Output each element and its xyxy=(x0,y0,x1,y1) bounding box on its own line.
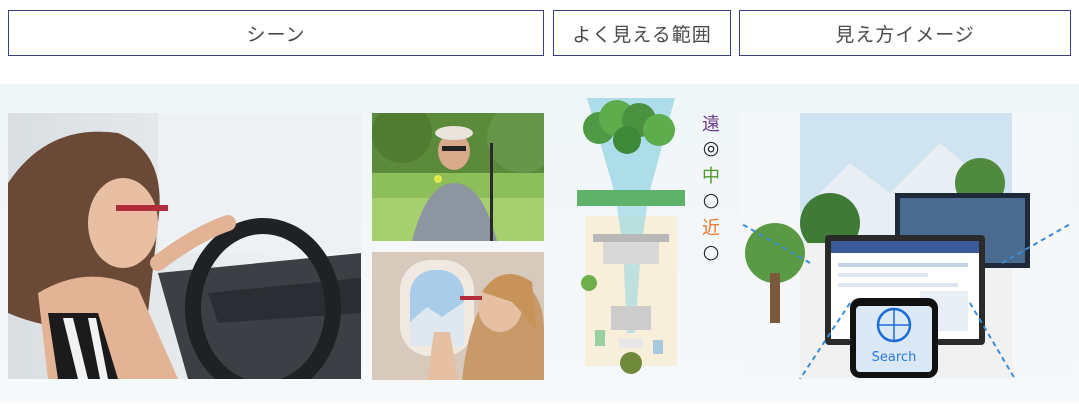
header-scene-label: シーン xyxy=(246,23,306,46)
header-view-image-label: 見え方イメージ xyxy=(835,23,975,46)
mid-rating-circle: ○ xyxy=(702,189,720,211)
driving-scene-photo xyxy=(8,113,361,379)
far-label: 遠 xyxy=(702,114,720,135)
golf-scene-photo xyxy=(372,113,544,241)
header-visible-range: よく見える範囲 xyxy=(553,10,731,56)
header-view-image: 見え方イメージ xyxy=(739,10,1071,56)
near-rating-circle: ○ xyxy=(702,241,720,263)
visible-range-diagram xyxy=(567,98,695,382)
airplane-scene-photo xyxy=(372,252,544,380)
mid-label: 中 xyxy=(702,166,720,187)
far-rating-double-circle: ◎ xyxy=(702,137,720,159)
header-scene: シーン xyxy=(8,10,544,56)
near-label: 近 xyxy=(702,218,720,239)
distance-legend: 遠 ◎ 中 ○ 近 ○ xyxy=(698,114,724,270)
view-image-photo: Search xyxy=(740,113,1072,379)
phone-search-text: Search xyxy=(872,350,917,365)
header-visible-range-label: よく見える範囲 xyxy=(572,23,712,46)
